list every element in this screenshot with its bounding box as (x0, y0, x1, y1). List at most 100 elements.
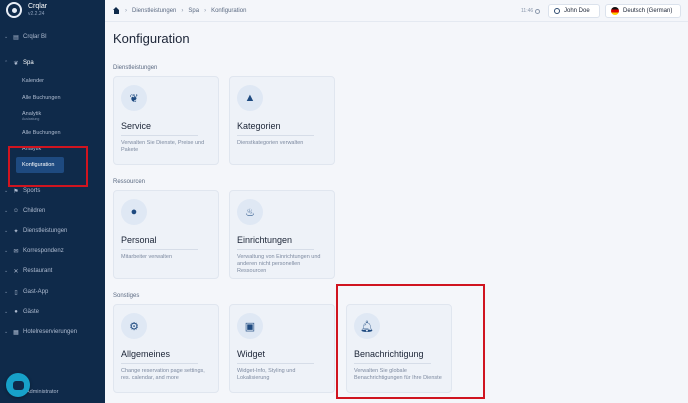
section-label-dienstleistungen: Dienstleistungen (113, 65, 158, 71)
admin-label[interactable]: Administrator (26, 389, 58, 395)
card-description: Widget-Info, Styling und Lokalisierung (237, 368, 296, 381)
chevron-down-icon: ⌄ (4, 208, 9, 214)
language-label: Deutsch (German) (623, 8, 673, 14)
card-personal[interactable]: ● Personal Mitarbeiter verwalten (113, 190, 219, 279)
sidebar-item-label: Crqlar BI (23, 34, 47, 40)
chat-icon (12, 380, 24, 390)
user-menu-button[interactable]: John Doe (548, 4, 600, 18)
sidebar-subitem-kalender[interactable]: Kalender (22, 78, 44, 85)
user-icon (554, 8, 560, 14)
lotus-icon: ❦ (13, 60, 19, 67)
gear-icon: ⚙ (121, 313, 147, 339)
sidebar-item-crqlar-bi[interactable]: ⌄ ▤ Crqlar BI (4, 30, 102, 44)
breadcrumb: › Dienstleistungen › Spa › Konfiguration (113, 7, 246, 14)
chat-button[interactable] (6, 373, 30, 397)
widgets-icon: ▣ (237, 313, 263, 339)
sidebar-subitem-alle-buchungen-2[interactable]: Alle Buchungen (22, 130, 61, 137)
section-label-sonstiges: Sonstiges (113, 293, 140, 299)
card-description: Verwaltung von Einrichtungen und anderen… (237, 254, 321, 274)
card-description: Change reservation page settings, res. c… (121, 368, 205, 381)
divider (121, 363, 198, 364)
sidebar-item-gaeste[interactable]: ⌄ ● Gäste (4, 305, 102, 319)
app-version: v2.2.24 (28, 11, 45, 17)
chart-icon: ▤ (13, 34, 19, 41)
chevron-right-icon: › (204, 7, 207, 14)
hotel-icon: ▦ (13, 329, 19, 336)
sidebar-item-dienstleistungen[interactable]: ⌄ ✦ Dienstleistungen (4, 224, 102, 238)
clock-icon (535, 8, 541, 14)
chevron-down-icon: ⌄ (4, 34, 9, 40)
restaurant-icon: ✕ (13, 268, 19, 275)
card-kategorien[interactable]: ▲ Kategorien Dienstkategorien verwalten (229, 76, 335, 165)
sidebar: Crqlar v2.2.24 ⌄ ▤ Crqlar BI ⌃ ❦ Spa Kal… (0, 0, 105, 403)
card-description: Dienstkategorien verwalten (237, 140, 304, 146)
children-icon: ☺ (12, 208, 20, 214)
card-title: Allgemeines (121, 349, 171, 359)
divider (237, 249, 314, 250)
card-title: Service (121, 121, 152, 131)
person-icon: ● (121, 199, 147, 225)
sidebar-item-label: Korrespondenz (23, 248, 64, 254)
sidebar-item-label: Gast-App (23, 289, 49, 295)
chevron-down-icon: ⌄ (4, 268, 9, 274)
services-icon: ✦ (13, 228, 19, 235)
sidebar-item-spa[interactable]: ⌃ ❦ Spa (4, 56, 102, 70)
sidebar-item-korrespondenz[interactable]: ⌄ ✉ Korrespondenz (4, 244, 102, 258)
divider (121, 135, 198, 136)
card-title: Kategorien (237, 121, 281, 131)
mail-icon: ✉ (13, 248, 19, 255)
sidebar-subitem-note: Auslastung (22, 117, 40, 121)
brand[interactable]: Crqlar v2.2.24 (6, 2, 47, 18)
card-widget[interactable]: ▣ Widget Widget-Info, Styling und Lokali… (229, 304, 335, 393)
highlight-box (336, 284, 485, 399)
page-title: Konfiguration (113, 31, 190, 46)
shapes-icon: ▲ (237, 85, 263, 111)
sidebar-item-label: Spa (23, 60, 34, 66)
sidebar-item-label: Restaurant (23, 268, 53, 274)
time-display: 11:46 (521, 8, 541, 14)
sidebar-item-sports[interactable]: ⌄ ⚑ Sports (4, 184, 102, 198)
lotus-icon: ❦ (121, 85, 147, 111)
sports-icon: ⚑ (13, 188, 19, 195)
sidebar-item-label: Children (23, 208, 46, 214)
home-icon[interactable] (113, 7, 120, 14)
card-title: Einrichtungen (237, 235, 293, 245)
breadcrumb-item: Konfiguration (211, 7, 247, 14)
chevron-down-icon: ⌄ (4, 248, 9, 254)
sidebar-item-label: Sports (23, 188, 41, 194)
chevron-right-icon: › (181, 7, 184, 14)
divider (237, 135, 314, 136)
bathtub-icon: ♨ (237, 199, 263, 225)
breadcrumb-item[interactable]: Spa (188, 8, 199, 14)
sidebar-item-restaurant[interactable]: ⌄ ✕ Restaurant (4, 264, 102, 278)
chevron-up-icon: ⌃ (4, 60, 9, 66)
chevron-right-icon: › (125, 7, 127, 14)
sidebar-item-label: Dienstleistungen (23, 228, 68, 234)
sidebar-item-label: Hotelreservierungen (23, 329, 78, 335)
divider (237, 363, 314, 364)
card-description: Mitarbeiter verwalten (121, 254, 173, 260)
sidebar-item-children[interactable]: ⌄ ☺ Children (4, 204, 102, 218)
card-einrichtungen[interactable]: ♨ Einrichtungen Verwaltung von Einrichtu… (229, 190, 335, 279)
phone-icon: ▯ (14, 289, 18, 296)
card-description: Verwalten Sie Dienste, Preise und Pakete (121, 140, 205, 153)
guests-icon: ● (14, 309, 18, 315)
card-allgemeines[interactable]: ⚙ Allgemeines Change reservation page se… (113, 304, 219, 393)
section-label-ressourcen: Ressourcen (113, 179, 146, 185)
time-value: 11:46 (521, 8, 534, 14)
divider (121, 249, 198, 250)
crqlar-logo-icon (6, 2, 22, 18)
user-name: John Doe (564, 8, 590, 14)
card-title: Personal (121, 235, 157, 245)
sidebar-item-hotelreservierungen[interactable]: ⌄ ▦ Hotelreservierungen (4, 325, 102, 339)
card-service[interactable]: ❦ Service Verwalten Sie Dienste, Preise … (113, 76, 219, 165)
sidebar-subitem-alle-buchungen[interactable]: Alle Buchungen (22, 95, 61, 102)
chevron-down-icon: ⌄ (4, 228, 9, 234)
topbar: › Dienstleistungen › Spa › Konfiguration… (105, 0, 688, 22)
breadcrumb-item[interactable]: Dienstleistungen (132, 8, 176, 14)
sidebar-item-label: Gäste (23, 309, 40, 315)
highlight-box (8, 146, 88, 187)
language-select[interactable]: Deutsch (German) (605, 4, 681, 18)
chevron-down-icon: ⌄ (4, 329, 9, 335)
sidebar-item-gast-app[interactable]: ⌄ ▯ Gast-App (4, 285, 102, 299)
